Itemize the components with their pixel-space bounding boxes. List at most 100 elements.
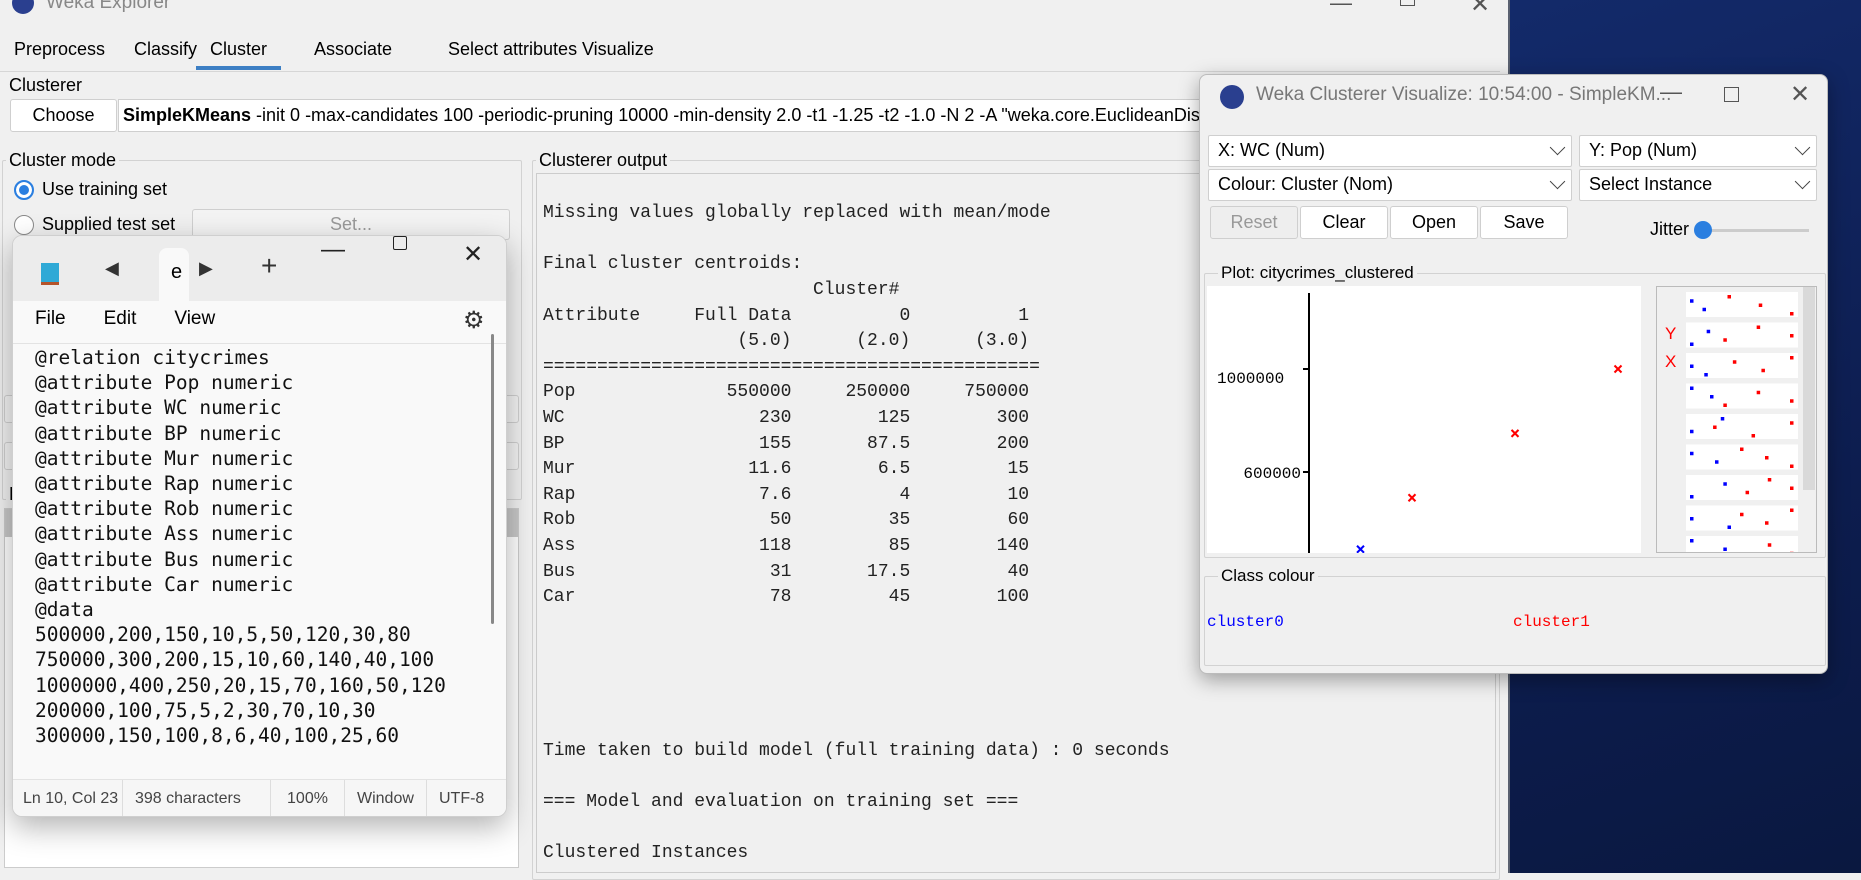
strip-point (1702, 307, 1706, 312)
supplied-test-set-radio[interactable] (14, 215, 34, 235)
strip-point (1740, 447, 1744, 451)
close-icon[interactable]: ✕ (1790, 80, 1810, 109)
text-line: 1000000,400,250,20,15,70,160,50,120 (35, 673, 446, 697)
clusterer-name: SimpleKMeans (123, 105, 252, 125)
strip-point (1690, 495, 1694, 499)
y-axis-select[interactable]: Y: Pop (Num) (1579, 135, 1817, 167)
tab-scroll-right-icon[interactable]: ▶ (199, 258, 213, 279)
attribute-panel[interactable]: YX (1656, 286, 1817, 553)
text-line: 500000,200,150,10,5,50,120,30,80 (35, 623, 411, 647)
notepad-text-area[interactable]: @relation citycrimes @attribute Pop numer… (35, 345, 446, 748)
save-button[interactable]: Save (1480, 206, 1568, 239)
strip-point (1758, 303, 1763, 307)
x-axis-select[interactable]: X: WC (Num) (1208, 135, 1572, 167)
notepad-app-icon (41, 263, 59, 285)
output-line: Final cluster centroids: (543, 254, 803, 275)
text-line: @attribute Rob numeric (35, 497, 294, 521)
strip-point (1715, 460, 1719, 464)
strip-point (1732, 360, 1737, 364)
notepad-tab[interactable]: e (159, 248, 189, 301)
encoding[interactable]: UTF-8 (427, 780, 484, 816)
chevron-down-icon (1549, 139, 1566, 156)
jitter-slider-handle[interactable] (1694, 221, 1712, 239)
notepad-status-bar: Ln 10, Col 23 398 characters 100% Window… (13, 779, 506, 816)
choose-button[interactable]: Choose (10, 99, 117, 132)
maximize-icon[interactable] (1724, 87, 1739, 102)
strip-point (1690, 451, 1694, 456)
y-tick-label: 600000 (1243, 465, 1301, 483)
visualize-title: Weka Clusterer Visualize: 10:54:00 - Sim… (1256, 84, 1672, 105)
tab-scroll-left-icon[interactable]: ◀ (105, 258, 119, 279)
strip-point (1790, 312, 1794, 316)
clusterer-visualize-window: Weka Clusterer Visualize: 10:54:00 - Sim… (1199, 74, 1828, 674)
strip-point (1727, 525, 1731, 529)
notepad-scrollbar[interactable] (491, 334, 494, 624)
minimize-icon[interactable]: — (321, 236, 345, 264)
settings-gear-icon[interactable]: ⚙ (463, 306, 485, 335)
attribute-strip (1686, 322, 1798, 348)
strip-point (1706, 329, 1711, 334)
attribute-strip (1686, 353, 1798, 378)
maximize-icon[interactable] (393, 236, 407, 250)
output-line: Rap 7.6 4 10 (543, 484, 1030, 505)
strip-point (1690, 429, 1694, 434)
text-line: @attribute Car numeric (35, 572, 294, 596)
notepad-menu-bar: File Edit View (35, 308, 215, 330)
output-line: === Model and evaluation on training set… (543, 791, 1019, 812)
select-instance-select[interactable]: Select Instance (1579, 169, 1817, 201)
strip-point (1790, 551, 1794, 552)
strip-point (1723, 338, 1727, 342)
strip-point (1790, 464, 1794, 468)
cursor-position: Ln 10, Col 23 (13, 780, 123, 816)
strip-point (1765, 456, 1769, 460)
use-training-set-radio[interactable] (14, 180, 34, 200)
jitter-slider[interactable] (1703, 229, 1809, 232)
zoom-level[interactable]: 100% (271, 780, 345, 816)
clear-button[interactable]: Clear (1300, 206, 1388, 239)
strip-point (1720, 417, 1725, 421)
clusterer-group-label: Clusterer (6, 75, 86, 95)
cluster-mode-label: Cluster mode (6, 150, 120, 170)
output-line: Time taken to build model (full training… (543, 740, 1170, 761)
minimize-icon[interactable]: — (1660, 79, 1682, 105)
close-icon[interactable]: ✕ (463, 240, 483, 269)
tab-visualize[interactable]: Visualize (568, 36, 668, 70)
strip-point (1740, 512, 1744, 517)
text-line: @relation citycrimes (35, 346, 270, 369)
strip-point (1745, 490, 1750, 495)
strip-point (1713, 425, 1717, 429)
menu-edit[interactable]: Edit (104, 308, 137, 330)
scatter-plot[interactable]: 1002504002000006000001000000 (1207, 286, 1641, 553)
tab-preprocess[interactable]: Preprocess (0, 36, 119, 70)
notepad-window: ◀ e ▶ + — ✕ File Edit View ⚙ @relation cit… (12, 235, 507, 817)
class-cluster0[interactable]: cluster0 (1207, 613, 1284, 631)
text-line: @data (35, 598, 94, 622)
tab-associate[interactable]: Associate (300, 36, 406, 70)
reset-button[interactable]: Reset (1210, 206, 1298, 239)
character-count: 398 characters (123, 780, 271, 816)
class-cluster1[interactable]: cluster1 (1513, 613, 1590, 631)
output-line: Cluster# (543, 279, 900, 300)
strip-point (1727, 295, 1731, 299)
open-button[interactable]: Open (1390, 206, 1478, 239)
data-point-cluster1 (1407, 493, 1417, 502)
colour-select[interactable]: Colour: Cluster (Nom) (1208, 169, 1572, 201)
strip-point (1790, 486, 1794, 490)
strip-point (1690, 539, 1694, 543)
line-ending[interactable]: Window (345, 780, 427, 816)
tab-cluster[interactable]: Cluster (196, 36, 282, 70)
strip-point (1690, 517, 1694, 521)
output-line: (5.0) (2.0) (3.0) (543, 331, 1030, 352)
menu-view[interactable]: View (174, 308, 215, 330)
output-line: Rob 50 35 60 (543, 510, 1030, 531)
menu-file[interactable]: File (35, 308, 66, 330)
use-training-set-label: Use training set (42, 179, 168, 199)
chevron-down-icon (1794, 139, 1811, 156)
new-tab-icon[interactable]: + (261, 250, 277, 282)
strip-point (1761, 368, 1765, 373)
